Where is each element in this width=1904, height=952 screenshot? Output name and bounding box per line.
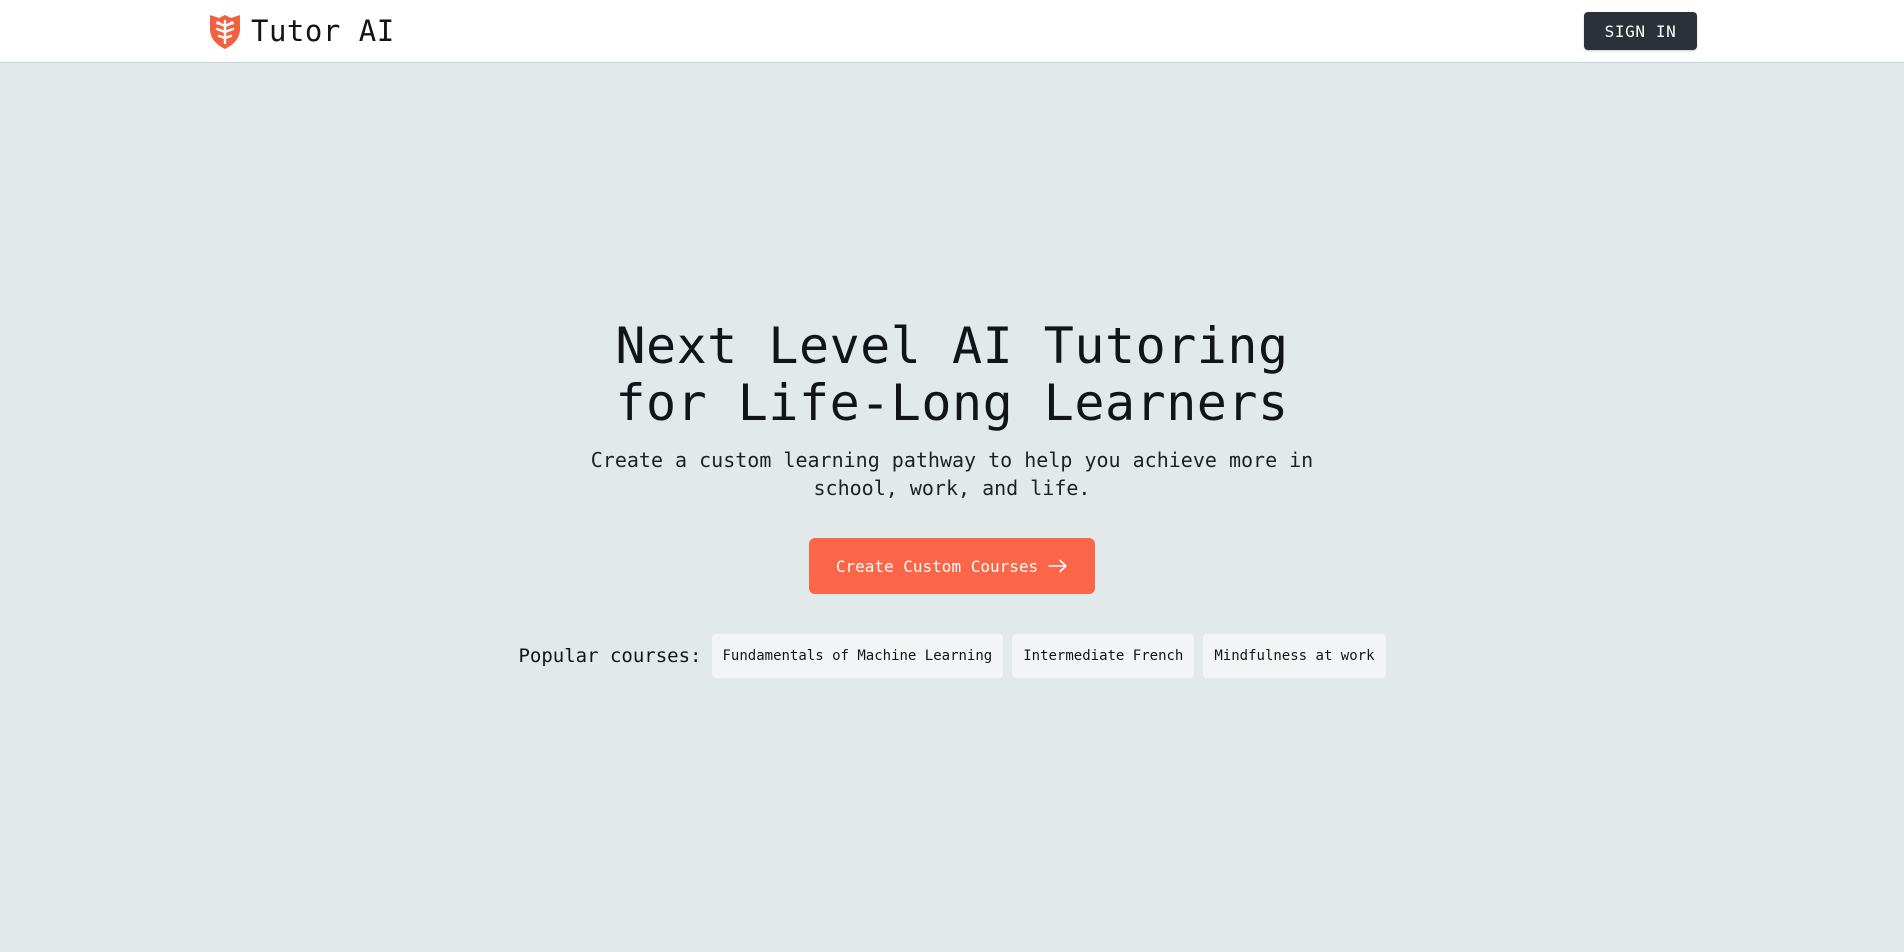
hero-section: Next Level AI Tutoring for Life-Long Lea… [0,318,1904,678]
popular-courses-label: Popular courses: [518,645,702,667]
brand-home-link[interactable]: Tutor AI [207,11,395,51]
popular-courses: Popular courses: Fundamentals of Machine… [0,634,1904,678]
hero-subtitle: Create a custom learning pathway to help… [590,448,1314,500]
course-chip-intermediate-french[interactable]: Intermediate French [1012,634,1195,678]
top-navbar: Tutor AI SIGN IN [0,0,1904,63]
create-custom-courses-button[interactable]: Create Custom Courses [809,538,1095,594]
title-line-2: for Life-Long Learners [615,374,1289,432]
course-chip-machine-learning[interactable]: Fundamentals of Machine Learning [711,634,1004,678]
shield-brain-icon [207,12,243,50]
arrow-right-icon [1048,559,1068,573]
cta-label: Create Custom Courses [835,556,1039,576]
sign-in-button[interactable]: SIGN IN [1584,12,1697,50]
page-title: Next Level AI Tutoring for Life-Long Lea… [0,318,1904,432]
course-chip-mindfulness[interactable]: Mindfulness at work [1203,634,1386,678]
brand-name: Tutor AI [251,14,395,48]
title-line-1: Next Level AI Tutoring [615,317,1289,375]
cta-container: Create Custom Courses [0,538,1904,594]
